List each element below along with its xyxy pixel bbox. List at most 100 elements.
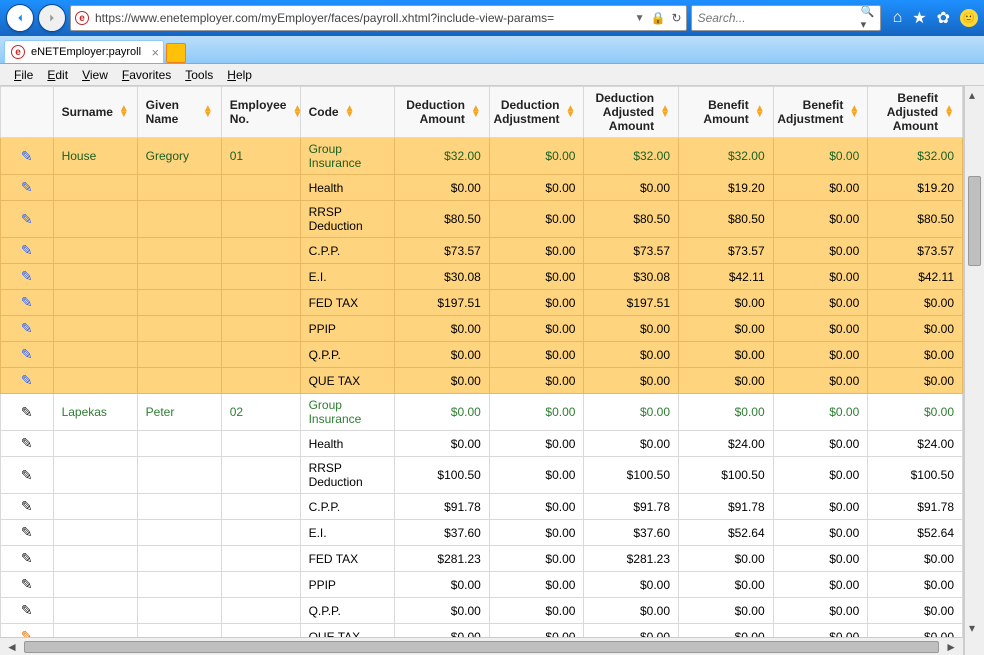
edit-icon[interactable]: ✎ <box>21 320 33 337</box>
edit-icon[interactable]: ✎ <box>21 435 33 452</box>
sort-icon[interactable] <box>203 106 213 118</box>
menu-favorites[interactable]: Favorites <box>116 66 177 84</box>
sort-icon[interactable] <box>849 106 859 118</box>
cell-code: RRSP Deduction <box>300 457 395 494</box>
feedback-icon[interactable]: 🙂 <box>960 9 978 27</box>
col-header-ded_adj[interactable]: Deduction Adjustment <box>489 87 584 138</box>
edit-icon[interactable]: ✎ <box>21 467 33 484</box>
payroll-table: SurnameGiven NameEmployee No.CodeDeducti… <box>0 86 963 637</box>
ben_adj-link[interactable]: $0.00 <box>829 149 859 163</box>
col-header-ben_amt[interactable]: Benefit Amount <box>679 87 774 138</box>
vertical-scrollbar[interactable]: ▴ ▾ <box>964 86 984 655</box>
menu-help[interactable]: Help <box>221 66 258 84</box>
content-area: SurnameGiven NameEmployee No.CodeDeducti… <box>0 86 964 655</box>
new-tab-button[interactable] <box>166 43 186 63</box>
cell-surname: Lapekas <box>53 394 137 431</box>
col-header-ded_adj_amt[interactable]: Deduction Adjusted Amount <box>584 87 679 138</box>
edit-icon[interactable]: ✎ <box>21 211 33 228</box>
search-icon[interactable]: 🔍▾ <box>861 5 875 31</box>
sort-icon[interactable] <box>471 106 481 118</box>
surname-link[interactable]: Lapekas <box>62 405 107 419</box>
col-header-code[interactable]: Code <box>300 87 395 138</box>
table-row: ✎E.I.$37.60$0.00$37.60$52.64$0.00$52.64 <box>1 520 963 546</box>
edit-icon[interactable]: ✎ <box>21 372 33 389</box>
sort-icon[interactable] <box>292 106 302 118</box>
col-header-surname[interactable]: Surname <box>53 87 137 138</box>
menu-view[interactable]: View <box>76 66 114 84</box>
ded_adj-link[interactable]: $0.00 <box>545 405 575 419</box>
edit-icon[interactable]: ✎ <box>21 346 33 363</box>
sort-icon[interactable] <box>755 106 765 118</box>
col-header-ben_adj_amt[interactable]: Benefit Adjusted Amount <box>868 87 963 138</box>
col-label: Benefit Adjusted Amount <box>876 91 938 133</box>
col-header-empno[interactable]: Employee No. <box>221 87 300 138</box>
ben_adj_amt-link[interactable]: $32.00 <box>917 149 954 163</box>
col-header-ben_adj[interactable]: Benefit Adjustment <box>773 87 868 138</box>
address-bar[interactable]: e https://www.enetemployer.com/myEmploye… <box>70 5 687 31</box>
refresh-icon[interactable]: ↻ <box>672 11 682 25</box>
given-link[interactable]: Gregory <box>146 149 189 163</box>
tab-close-icon[interactable]: × <box>151 45 159 60</box>
ben_adj-link[interactable]: $0.00 <box>829 405 859 419</box>
col-header-given[interactable]: Given Name <box>137 87 221 138</box>
menu-tools[interactable]: Tools <box>179 66 219 84</box>
ded_adj_amt-link[interactable]: $32.00 <box>633 149 670 163</box>
search-bar[interactable]: 🔍▾ <box>691 5 881 31</box>
cell-empno <box>221 342 300 368</box>
sort-icon[interactable] <box>660 106 670 118</box>
cell-ben_adj_amt: $24.00 <box>868 431 963 457</box>
table-row: ✎PPIP$0.00$0.00$0.00$0.00$0.00$0.00 <box>1 572 963 598</box>
sort-icon[interactable] <box>119 106 129 118</box>
forward-button[interactable] <box>38 4 66 32</box>
code-link[interactable]: Group Insurance <box>309 142 362 170</box>
cell-ben_adj_amt: $0.00 <box>868 368 963 394</box>
home-icon[interactable]: ⌂ <box>893 9 903 27</box>
edit-icon[interactable]: ✎ <box>21 550 33 567</box>
settings-icon[interactable]: ✿ <box>937 8 950 28</box>
vscroll-thumb[interactable] <box>968 176 981 266</box>
favorites-icon[interactable]: ★ <box>912 8 926 28</box>
empno-link[interactable]: 01 <box>230 149 243 163</box>
ded_adj_amt-link[interactable]: $0.00 <box>640 405 670 419</box>
edit-icon[interactable]: ✎ <box>21 294 33 311</box>
menu-file[interactable]: File <box>8 66 39 84</box>
scroll-right-icon[interactable]: ► <box>939 640 963 654</box>
edit-icon[interactable]: ✎ <box>21 268 33 285</box>
search-input[interactable] <box>698 11 855 25</box>
code-link[interactable]: Group Insurance <box>309 398 362 426</box>
sort-icon[interactable] <box>345 106 355 118</box>
edit-icon[interactable]: ✎ <box>21 602 33 619</box>
dropdown-icon[interactable]: ▼ <box>635 13 645 24</box>
edit-icon[interactable]: ✎ <box>21 148 33 165</box>
ded_adj-link[interactable]: $0.00 <box>545 149 575 163</box>
cell-code: C.P.P. <box>300 238 395 264</box>
sort-icon[interactable] <box>566 106 576 118</box>
back-button[interactable] <box>6 4 34 32</box>
cell-code: QUE TAX <box>300 368 395 394</box>
edit-icon[interactable]: ✎ <box>21 628 33 637</box>
edit-icon[interactable]: ✎ <box>21 404 33 421</box>
scroll-up-icon[interactable]: ▴ <box>969 88 975 102</box>
ded_amt-link[interactable]: $0.00 <box>451 405 481 419</box>
surname-link[interactable]: House <box>62 149 97 163</box>
empno-link[interactable]: 02 <box>230 405 243 419</box>
menu-edit[interactable]: Edit <box>41 66 74 84</box>
hscroll-thumb[interactable] <box>24 641 939 653</box>
col-header-ded_amt[interactable]: Deduction Amount <box>395 87 490 138</box>
ben_amt-link[interactable]: $0.00 <box>735 405 765 419</box>
scroll-down-icon[interactable]: ▾ <box>969 621 975 635</box>
edit-icon[interactable]: ✎ <box>21 524 33 541</box>
edit-icon[interactable]: ✎ <box>21 179 33 196</box>
edit-icon[interactable]: ✎ <box>21 242 33 259</box>
scroll-left-icon[interactable]: ◄ <box>0 640 24 654</box>
horizontal-scrollbar[interactable]: ◄ ► <box>0 637 963 655</box>
cell-ben_adj_amt: $32.00 <box>868 138 963 175</box>
given-link[interactable]: Peter <box>146 405 175 419</box>
ded_amt-link[interactable]: $32.00 <box>444 149 481 163</box>
sort-icon[interactable] <box>944 106 954 118</box>
edit-icon[interactable]: ✎ <box>21 576 33 593</box>
ben_adj_amt-link[interactable]: $0.00 <box>924 405 954 419</box>
edit-icon[interactable]: ✎ <box>21 498 33 515</box>
tab-payroll[interactable]: e eNETEmployer:payroll × <box>4 40 164 63</box>
ben_amt-link[interactable]: $32.00 <box>728 149 765 163</box>
